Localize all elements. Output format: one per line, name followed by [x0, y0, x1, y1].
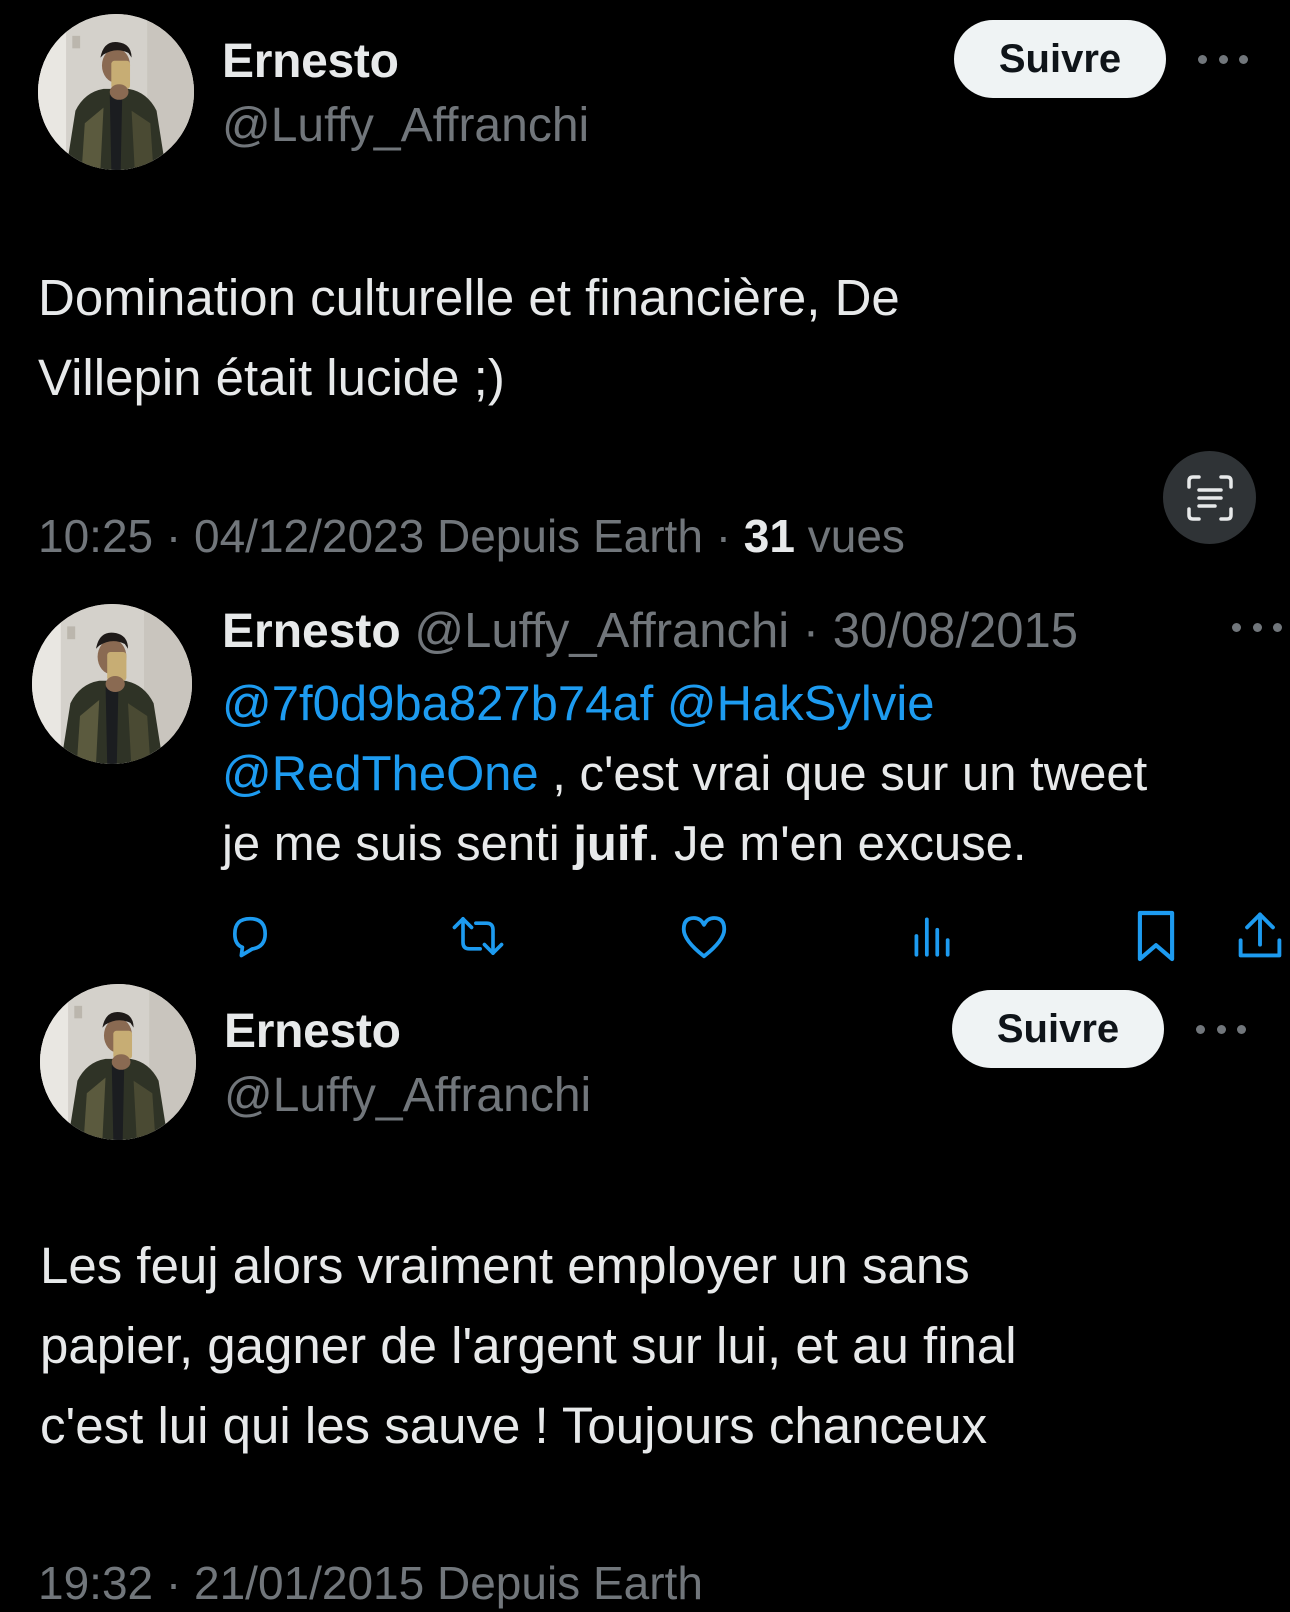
author-handle[interactable]: @Luffy_Affranchi: [222, 98, 589, 153]
author-handle[interactable]: @Luffy_Affranchi: [224, 1068, 591, 1123]
tweet-header: Ernesto @Luffy_Affranchi · 30/08/2015: [222, 603, 1078, 659]
avatar[interactable]: [40, 984, 196, 1140]
tweet-text-line: c'est lui qui les sauve ! Toujours chanc…: [40, 1397, 988, 1454]
tweet-text-line: Les feuj alors vraiment employer un sans: [40, 1237, 970, 1294]
tweet-text-line: Villepin était lucide ;): [38, 349, 505, 406]
tweet-text-line: je me suis senti juif. Je m'en excuse.: [222, 816, 1027, 872]
tweet-text-line: @7f0d9ba827b74af @HakSylvie: [222, 676, 934, 732]
author-name[interactable]: Ernesto: [222, 34, 399, 89]
avatar[interactable]: [32, 604, 192, 764]
author-name[interactable]: Ernesto: [224, 1004, 401, 1059]
views-label: vues: [807, 510, 905, 562]
author-handle-date[interactable]: @Luffy_Affranchi · 30/08/2015: [414, 604, 1078, 658]
tweet-text: je me suis senti: [222, 817, 574, 871]
bookmark-icon[interactable]: [1130, 906, 1182, 966]
tweet-text-bold: juif: [573, 817, 647, 871]
retweet-icon[interactable]: [446, 908, 510, 964]
mention-link[interactable]: @RedTheOne: [222, 747, 539, 801]
tweet-text-line: @RedTheOne , c'est vrai que sur un tweet: [222, 746, 1147, 802]
mention-link[interactable]: @7f0d9ba827b74af: [222, 677, 653, 731]
tweet-text: . Je m'en excuse.: [646, 817, 1027, 871]
views-count: 31: [743, 510, 795, 562]
share-icon[interactable]: [1232, 906, 1288, 966]
more-dots-icon[interactable]: [1232, 617, 1282, 637]
more-dots-icon[interactable]: [1198, 49, 1248, 69]
timestamp[interactable]: 10:25 · 04/12/2023 Depuis Earth ·: [38, 510, 731, 562]
tweet-text-line: Domination culturelle et financière, De: [38, 269, 900, 326]
author-name[interactable]: Ernesto: [222, 605, 401, 658]
heart-icon[interactable]: [676, 908, 732, 964]
tweet-meta: 10:25 · 04/12/2023 Depuis Earth · 31 vue…: [38, 509, 905, 563]
reply-icon[interactable]: [222, 908, 278, 964]
follow-button[interactable]: Suivre: [952, 990, 1164, 1068]
more-dots-icon[interactable]: [1196, 1019, 1246, 1039]
mention-link[interactable]: @HakSylvie: [667, 677, 935, 731]
avatar[interactable]: [38, 14, 194, 170]
tweet-text: , c'est vrai que sur un tweet: [538, 747, 1148, 801]
tweet-text-line: papier, gagner de l'argent sur lui, et a…: [40, 1317, 1017, 1374]
follow-button[interactable]: Suivre: [954, 20, 1166, 98]
text-scan-icon[interactable]: [1163, 451, 1256, 544]
timestamp[interactable]: 19:32 · 21/01/2015 Depuis Earth: [38, 1556, 703, 1610]
views-chart-icon[interactable]: [906, 908, 956, 964]
